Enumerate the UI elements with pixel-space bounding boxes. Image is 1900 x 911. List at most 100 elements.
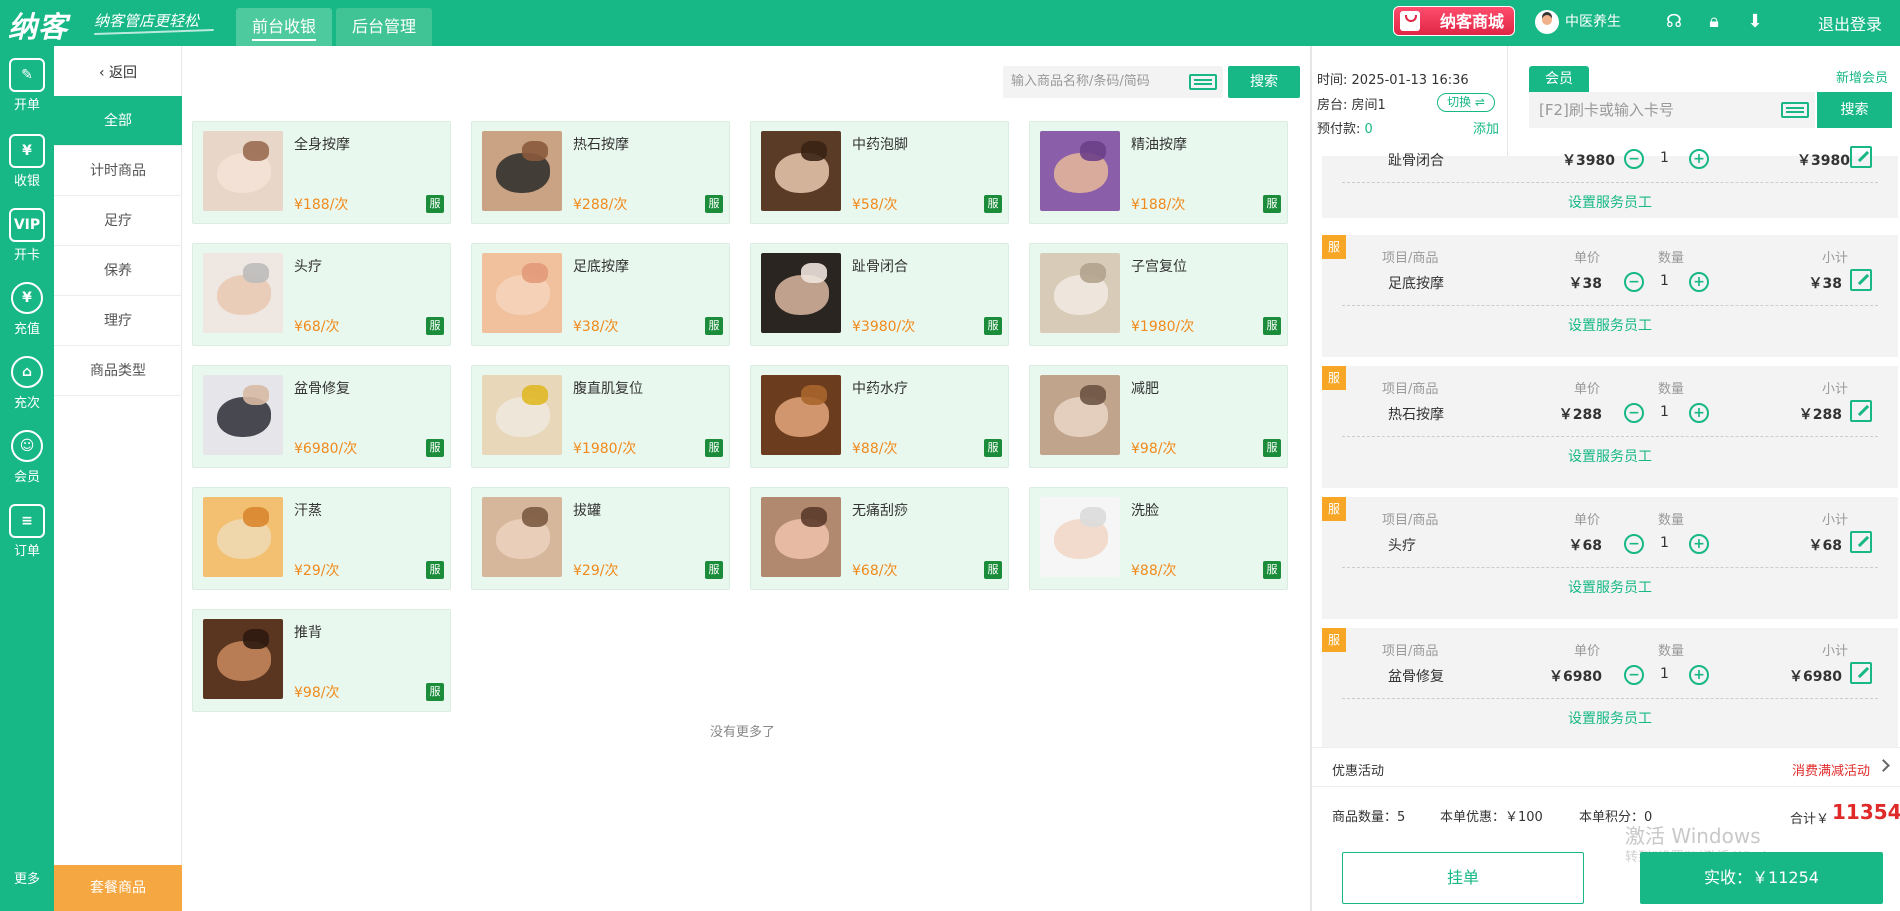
no-more-hint: 没有更多了 <box>710 725 776 740</box>
lock-icon[interactable]: 🔒︎ <box>1703 11 1725 33</box>
product-image <box>203 253 283 333</box>
nav-member[interactable]: ☺ 会员 <box>0 424 54 494</box>
promotion-row[interactable]: 优惠活动 消费满减活动 <box>1312 747 1900 787</box>
tab-back-office[interactable]: 后台管理 <box>336 8 432 46</box>
divider <box>1342 698 1878 699</box>
add-prepay-link[interactable]: 添加 <box>1473 118 1499 137</box>
product-card[interactable]: 中药水疗 ¥88/次 服 <box>750 365 1009 468</box>
user-menu[interactable]: 中医养生 <box>1535 8 1621 36</box>
edit-icon[interactable] <box>1850 400 1872 422</box>
category-physiotherapy[interactable]: 理疗 <box>54 296 182 346</box>
category-timed[interactable]: 计时商品 <box>54 146 182 196</box>
product-card[interactable]: 减肥 ¥98/次 服 <box>1029 365 1288 468</box>
product-image <box>761 375 841 455</box>
divider <box>1507 46 1508 156</box>
nav-more[interactable]: 更多 <box>0 868 54 887</box>
divider <box>1342 305 1878 306</box>
product-card[interactable]: 全身按摩 ¥188/次 服 <box>192 121 451 224</box>
product-card[interactable]: 拔罐 ¥29/次 服 <box>471 487 730 590</box>
nav-open-card[interactable]: VIP 开卡 <box>0 202 54 272</box>
category-care[interactable]: 保养 <box>54 246 182 296</box>
product-name: 减肥 <box>1131 381 1159 397</box>
back-button[interactable]: ‹ 返回 <box>54 62 182 82</box>
product-name: 推背 <box>294 625 322 641</box>
product-card[interactable]: 精油按摩 ¥188/次 服 <box>1029 121 1288 224</box>
category-foot-therapy[interactable]: 足疗 <box>54 196 182 246</box>
increase-qty-button[interactable]: + <box>1689 403 1709 423</box>
increase-qty-button[interactable]: + <box>1689 272 1709 292</box>
tab-front-cashier[interactable]: 前台收银 <box>236 8 332 46</box>
product-card[interactable]: 趾骨闭合 ¥3980/次 服 <box>750 243 1009 346</box>
edit-icon[interactable] <box>1850 146 1872 168</box>
product-card[interactable]: 头疗 ¥68/次 服 <box>192 243 451 346</box>
mall-button[interactable]: 纳客商城 <box>1393 6 1515 36</box>
col-header-qty: 数量 <box>1658 644 1685 659</box>
service-tag: 服 <box>1263 317 1281 335</box>
package-products-button[interactable]: 套餐商品 <box>54 865 182 911</box>
service-tag: 服 <box>984 561 1002 579</box>
product-card[interactable]: 子宫复位 ¥1980/次 服 <box>1029 243 1288 346</box>
product-search-input[interactable]: 输入商品名称/条码/简码 <box>1003 66 1223 98</box>
product-card[interactable]: 推背 ¥98/次 服 <box>192 609 451 712</box>
product-card[interactable]: 汗蒸 ¥29/次 服 <box>192 487 451 590</box>
order-discount: 本单优惠：￥100 <box>1440 810 1543 825</box>
product-image <box>203 375 283 455</box>
product-card[interactable]: 腹直肌复位 ¥1980/次 服 <box>471 365 730 468</box>
nav-recharge-times[interactable]: ⌂ 充次 <box>0 350 54 420</box>
nav-orders[interactable]: ≡ 订单 <box>0 498 54 568</box>
product-card[interactable]: 无痛刮痧 ¥68/次 服 <box>750 487 1009 590</box>
decrease-qty-button[interactable]: − <box>1624 665 1644 685</box>
keyboard-icon[interactable] <box>1189 74 1217 90</box>
product-card[interactable]: 盆骨修复 ¥6980/次 服 <box>192 365 451 468</box>
decrease-qty-button[interactable]: − <box>1624 534 1644 554</box>
category-product-type[interactable]: 商品类型 <box>54 346 182 396</box>
category-all[interactable]: 全部 <box>54 96 182 146</box>
logout-button[interactable]: 退出登录 <box>1818 11 1882 35</box>
product-name: 全身按摩 <box>294 137 350 153</box>
service-badge: 服 <box>1322 366 1346 390</box>
download-icon[interactable]: ⬇ <box>1744 11 1766 33</box>
decrease-qty-button[interactable]: − <box>1624 403 1644 423</box>
product-search-button[interactable]: 搜索 <box>1228 66 1300 98</box>
product-card[interactable]: 中药泡脚 ¥58/次 服 <box>750 121 1009 224</box>
hold-order-button[interactable]: 挂单 <box>1342 852 1584 904</box>
decrease-qty-button[interactable]: − <box>1624 272 1644 292</box>
product-price: ¥88/次 <box>1131 563 1177 579</box>
increase-qty-button[interactable]: + <box>1689 149 1709 169</box>
product-card[interactable]: 足底按摩 ¥38/次 服 <box>471 243 730 346</box>
set-staff-link[interactable]: 设置服务员工 <box>1322 192 1898 212</box>
product-name: 子宫复位 <box>1131 259 1187 275</box>
decrease-qty-button[interactable]: − <box>1624 149 1644 169</box>
increase-qty-button[interactable]: + <box>1689 665 1709 685</box>
member-card-input[interactable]: [F2]刷卡或输入卡号 <box>1529 92 1815 128</box>
product-card[interactable]: 热石按摩 ¥288/次 服 <box>471 121 730 224</box>
checkout-button[interactable]: 实收：￥11254 <box>1640 852 1883 904</box>
product-card[interactable]: 洗脸 ¥88/次 服 <box>1029 487 1288 590</box>
nav-recharge[interactable]: ¥ 充值 <box>0 276 54 346</box>
switch-room-button[interactable]: 切换 ⇌ <box>1437 93 1495 112</box>
product-price: ¥3980/次 <box>852 319 916 335</box>
member-search-button[interactable]: 搜索 <box>1817 92 1892 128</box>
service-badge: 服 <box>1322 497 1346 521</box>
col-header-subtotal: 小计 <box>1822 251 1849 266</box>
edit-icon[interactable] <box>1850 531 1872 553</box>
support-icon[interactable]: ☊ <box>1663 11 1685 33</box>
set-staff-link[interactable]: 设置服务员工 <box>1322 315 1898 335</box>
order-time: 时间: 2025-01-13 16:36 <box>1317 73 1469 88</box>
service-badge: 服 <box>1322 628 1346 652</box>
set-staff-link[interactable]: 设置服务员工 <box>1322 708 1898 728</box>
order-item-name: 足底按摩 <box>1388 276 1444 292</box>
keyboard-icon[interactable] <box>1781 102 1809 118</box>
order-item-price: ￥288 <box>1558 407 1602 423</box>
edit-icon[interactable] <box>1850 662 1872 684</box>
set-staff-link[interactable]: 设置服务员工 <box>1322 446 1898 466</box>
add-member-link[interactable]: 新增会员 <box>1836 67 1888 86</box>
edit-icon[interactable] <box>1850 269 1872 291</box>
nav-cashier[interactable]: ¥ 收银 <box>0 128 54 198</box>
product-price: ¥58/次 <box>852 197 898 213</box>
shopping-bag-icon <box>1400 11 1420 31</box>
tab-member[interactable]: 会员 <box>1529 66 1589 92</box>
set-staff-link[interactable]: 设置服务员工 <box>1322 577 1898 597</box>
nav-open-order[interactable]: ✎ 开单 <box>0 52 54 122</box>
increase-qty-button[interactable]: + <box>1689 534 1709 554</box>
